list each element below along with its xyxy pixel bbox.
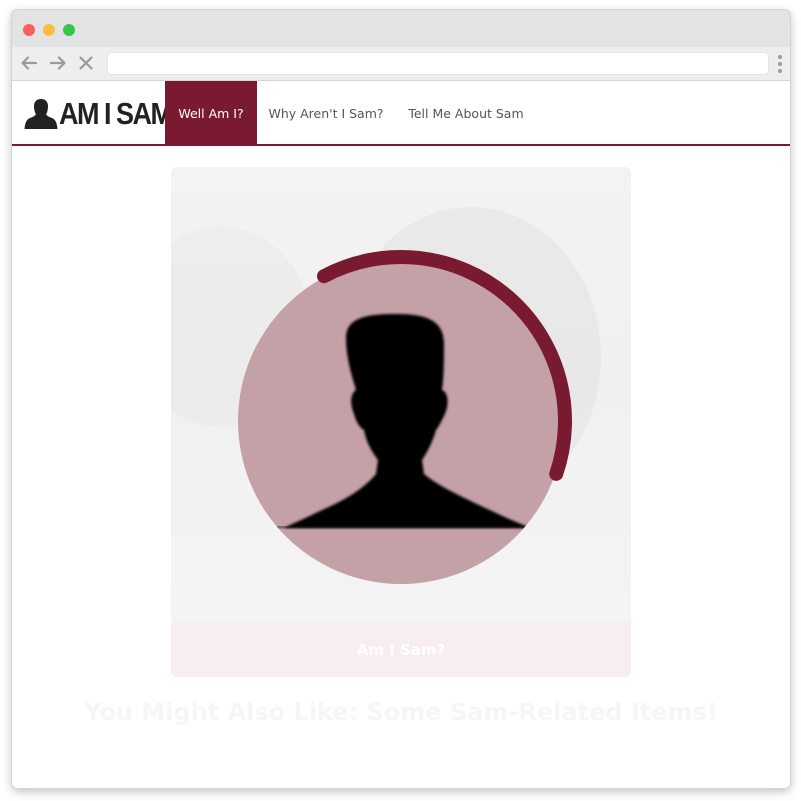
am-i-sam-button[interactable]: Am I Sam? <box>171 622 631 677</box>
forward-button[interactable] <box>48 53 68 73</box>
nav-tell-me-about-sam[interactable]: Tell Me About Sam <box>395 81 537 146</box>
browser-window: AM I SAM Well Am I? Why Aren't I Sam? Te… <box>12 10 790 788</box>
arrow-left-icon <box>21 56 38 70</box>
am-i-sam-button-label: Am I Sam? <box>356 640 446 659</box>
scan-progress-ring <box>238 250 572 584</box>
zoom-window-button[interactable] <box>63 24 75 36</box>
minimize-window-button[interactable] <box>43 24 55 36</box>
close-icon <box>79 56 93 70</box>
back-button[interactable] <box>19 53 39 73</box>
logo-text: AM I SAM <box>59 96 173 131</box>
more-options-icon[interactable] <box>778 55 782 73</box>
section-headline: You Might Also Like: Some Sam-Related It… <box>84 698 718 726</box>
title-bar <box>12 10 790 47</box>
nav-well-am-i[interactable]: Well Am I? <box>165 81 257 146</box>
browser-toolbar <box>12 47 790 81</box>
arrow-right-icon <box>49 56 66 70</box>
site-logo[interactable]: AM I SAM <box>24 96 173 131</box>
site-navbar: AM I SAM Well Am I? Why Aren't I Sam? Te… <box>12 81 790 146</box>
close-window-button[interactable] <box>23 24 35 36</box>
person-silhouette-icon <box>24 99 58 129</box>
stop-loading-button[interactable] <box>76 53 96 73</box>
address-bar[interactable] <box>107 52 769 75</box>
nav-why-arent-i-sam[interactable]: Why Aren't I Sam? <box>257 81 395 146</box>
